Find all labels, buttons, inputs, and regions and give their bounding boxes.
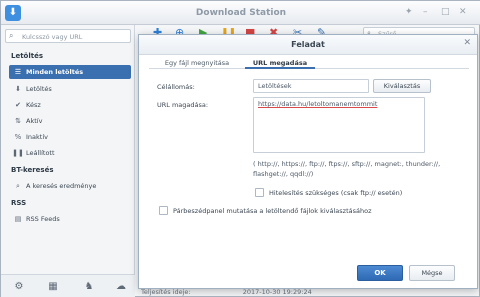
sidebar-item-completed[interactable]: ✔ Kész xyxy=(9,98,131,112)
sidebar-item-label: Aktív xyxy=(26,117,43,125)
scheduler-icon[interactable]: ▦ xyxy=(45,279,61,295)
section-letoltes: Letöltés xyxy=(11,52,44,60)
sidebar-item-active[interactable]: ⇅ Aktív xyxy=(9,114,131,128)
destination-field[interactable]: Letöltések xyxy=(253,79,369,93)
cloud-icon[interactable]: ☁ xyxy=(113,279,129,295)
sidebar-bottom-bar: ⚙ ▦ ♞ ☁ xyxy=(1,274,135,297)
section-rss: RSS xyxy=(11,199,27,207)
sidebar-item-downloading[interactable]: ⬇ Letöltés xyxy=(9,82,131,96)
completion-time-value: 2017-10-30 19:29:24 xyxy=(242,288,312,296)
settings-icon[interactable]: ⚙ xyxy=(11,279,27,295)
dialog-title: Feladat xyxy=(139,35,477,55)
file-select-dialog-checkbox[interactable] xyxy=(159,206,168,215)
sidebar-item-label: RSS Feeds xyxy=(26,215,60,223)
maximize-button[interactable]: □ xyxy=(441,7,450,17)
supported-protocols-hint: ( http://, https://, ftp://, ftps://, sf… xyxy=(253,160,441,178)
list-icon: ☰ xyxy=(14,68,22,76)
sidebar-search-input[interactable]: ⌕ Kulcsszó vagy URL xyxy=(5,29,131,43)
sidebar-item-label: Minden letöltés xyxy=(26,68,84,76)
search-icon: ⌕ xyxy=(9,31,14,40)
auth-checkbox[interactable] xyxy=(255,188,264,197)
ok-button[interactable]: OK xyxy=(357,265,403,281)
completion-time-label: Teljesítés ideje: xyxy=(141,288,191,296)
auth-checkbox-label: Hitelesítés szükséges (csak ftp:// eseté… xyxy=(269,189,403,197)
cancel-button[interactable]: Mégse xyxy=(409,265,455,281)
dialog-close-icon[interactable]: ✕ xyxy=(463,38,471,48)
pin-icon[interactable]: ✦ xyxy=(405,7,413,17)
search-icon: ⌕ xyxy=(16,182,20,190)
search-placeholder: Kulcsszó vagy URL xyxy=(22,33,83,41)
sidebar-item-label: Leállított xyxy=(26,149,55,157)
title-bar: ⬇ Download Station ✦ – □ ✕ xyxy=(1,1,480,25)
destination-label: Célállomás: xyxy=(157,83,195,91)
sidebar-item-search-results[interactable]: ⌕ A keresés eredménye xyxy=(9,179,131,193)
download-icon: ⬇ xyxy=(15,85,21,93)
minimize-button[interactable]: – xyxy=(423,7,428,17)
tab-open-file[interactable]: Egy fájl megnyitása xyxy=(153,57,241,69)
tab-enter-url[interactable]: URL megadása xyxy=(245,57,315,69)
sidebar-item-inactive[interactable]: % Inaktív xyxy=(9,130,131,144)
url-label: URL magadása: xyxy=(157,101,209,109)
sidebar-item-label: Kész xyxy=(26,101,41,109)
browse-button[interactable]: Kiválasztás xyxy=(373,79,431,93)
sidebar-item-label: Inaktív xyxy=(26,133,48,141)
status-row: Teljesítés ideje: 2017-10-30 19:29:24 xyxy=(141,288,471,296)
dialog-tabs: Egy fájl megnyitása URL megadása xyxy=(149,55,469,69)
sidebar-item-stopped[interactable]: ❚❚ Leállított xyxy=(9,146,131,160)
section-bt-search: BT-keresés xyxy=(11,166,54,174)
file-select-dialog-checkbox-label: Párbeszédpanel mutatása a letöltendő fáj… xyxy=(173,207,372,215)
pause-icon: ❚❚ xyxy=(12,149,24,157)
sidebar-item-label: A keresés eredménye xyxy=(26,182,97,190)
rss-icon: ▤ xyxy=(14,215,22,223)
percent-icon: % xyxy=(14,133,22,141)
url-textarea[interactable]: https://data.hu/letoltomanemtommit xyxy=(253,97,425,153)
task-dialog: Feladat ✕ Egy fájl megnyitása URL megadá… xyxy=(138,34,478,289)
close-button[interactable]: ✕ xyxy=(459,7,467,17)
sidebar-item-rss-feeds[interactable]: ▤ RSS Feeds xyxy=(9,212,131,226)
sidebar-item-label: Letöltés xyxy=(26,85,52,93)
download-station-window: ⬇ Download Station ✦ – □ ✕ ⌕ Kulcsszó va… xyxy=(0,0,480,297)
sidebar: ⌕ Kulcsszó vagy URL Letöltés ☰ Minden let… xyxy=(1,25,135,297)
emule-icon[interactable]: ♞ xyxy=(81,279,97,295)
sidebar-item-all-downloads[interactable]: ☰ Minden letöltés xyxy=(9,65,131,79)
active-arrows-icon: ⇅ xyxy=(15,117,21,125)
check-icon: ✔ xyxy=(15,101,21,109)
url-value: https://data.hu/letoltomanemtommit xyxy=(258,100,378,108)
